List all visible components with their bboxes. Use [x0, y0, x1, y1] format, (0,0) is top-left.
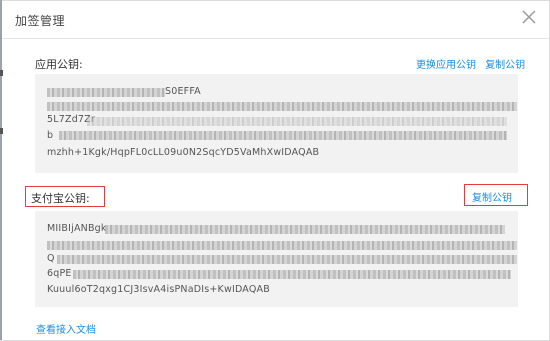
- close-icon[interactable]: [519, 7, 539, 27]
- redacted-text: [47, 241, 517, 250]
- app-public-key-label: 应用公钥:: [35, 58, 83, 71]
- app-key-line-4: b: [47, 130, 54, 141]
- app-key-actions: 更换应用公钥 复制公钥: [416, 56, 525, 71]
- alipay-key-line-4: 6qPE: [47, 268, 72, 279]
- copy-alipay-key-link[interactable]: 复制公钥: [472, 189, 512, 204]
- redacted-text: [105, 225, 505, 234]
- redacted-text: [59, 131, 507, 140]
- alipay-key-line-1: MIIBIjANBgk: [47, 223, 107, 234]
- dialog-header: 加签管理: [1, 1, 549, 39]
- alipay-key-line-5: Kuuul6oT2qxg1CJ3IsvA4isPNaDIs+KwIDAQAB: [47, 284, 270, 295]
- alipay-public-key-box: MIIBIjANBgk Q 6qPE Kuuul6oT2qxg1CJ3IsvA4…: [35, 211, 518, 307]
- redacted-text: [87, 117, 507, 126]
- redacted-text: [73, 270, 511, 279]
- dialog-title: 加签管理: [15, 14, 66, 28]
- view-integration-docs-link[interactable]: 查看接入文档: [36, 321, 96, 336]
- redacted-text: [47, 88, 165, 97]
- copy-app-key-link[interactable]: 复制公钥: [485, 60, 525, 71]
- alipay-key-line-3: Q: [47, 253, 55, 264]
- alipay-public-key-label: 支付宝公钥:: [31, 192, 90, 205]
- signing-management-dialog: 加签管理 应用公钥: 更换应用公钥 复制公钥 S0EFFA 5L7Zd7Zr b…: [0, 0, 550, 341]
- redacted-text: [47, 102, 517, 111]
- edge-mark: [0, 128, 3, 134]
- window-edge: [0, 0, 2, 340]
- edge-mark: [0, 70, 3, 76]
- app-key-line-5: mzhh+1Kgk/HqpFL0cLL09u0N2SqcYD5VaMhXwIDA…: [47, 147, 320, 158]
- app-public-key-box: S0EFFA 5L7Zd7Zr b mzhh+1Kgk/HqpFL0cLL09u…: [35, 74, 518, 173]
- app-key-line-1: S0EFFA: [165, 86, 201, 97]
- redacted-text: [57, 255, 517, 264]
- replace-app-key-link[interactable]: 更换应用公钥: [416, 60, 476, 71]
